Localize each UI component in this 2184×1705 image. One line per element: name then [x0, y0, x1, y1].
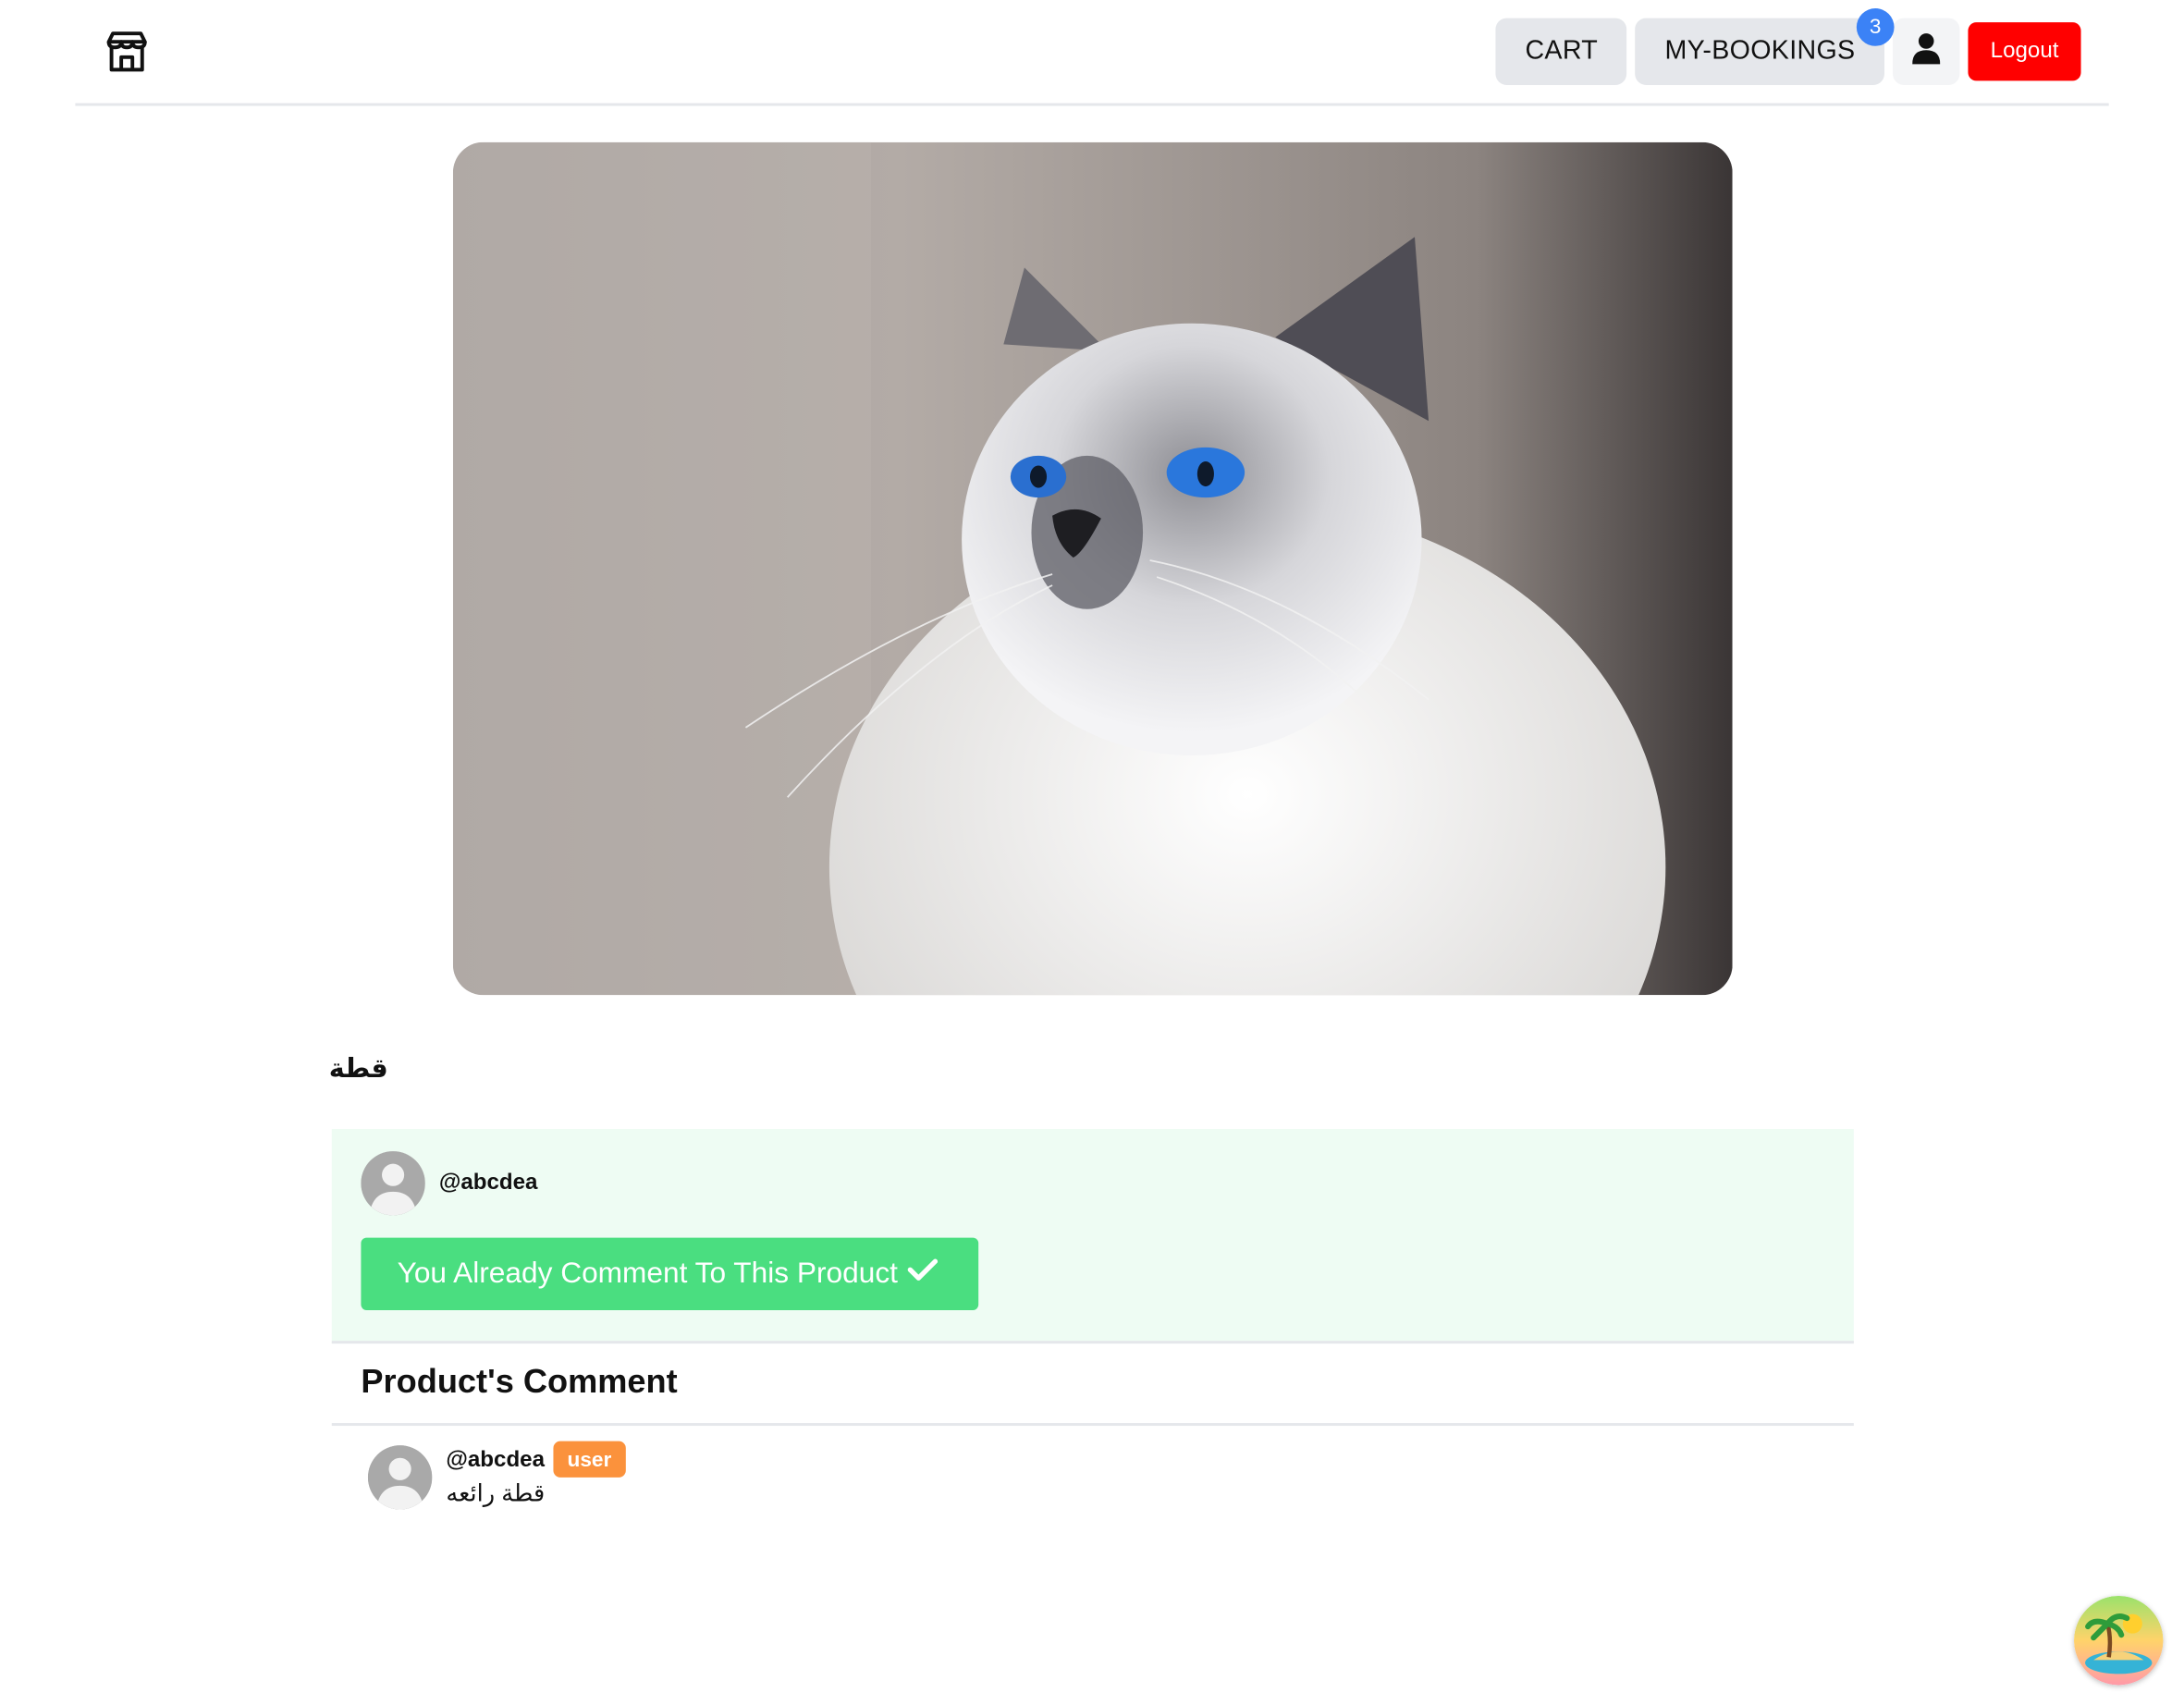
- logout-button[interactable]: Logout: [1968, 22, 2081, 81]
- comment-text: قطة رائعه: [446, 1479, 546, 1507]
- product-title: قطة: [328, 1055, 388, 1085]
- comment-form-panel: @abcdea You Already Comment To This Prod…: [331, 1128, 1854, 1344]
- cart-button[interactable]: CART: [1495, 18, 1627, 85]
- role-badge: user: [553, 1441, 626, 1478]
- nav-actions: CART MY-BOOKINGS 3 Logout: [1495, 8, 2081, 85]
- comments-section-title: Product's Comment: [361, 1363, 678, 1401]
- divider: [331, 1423, 1854, 1427]
- check-icon: [907, 1257, 939, 1291]
- my-bookings-button[interactable]: MY-BOOKINGS 3: [1635, 8, 1895, 85]
- current-username: @abcdea: [438, 1171, 538, 1195]
- already-commented-label: You Already Comment To This Product: [397, 1257, 899, 1290]
- bookings-count-badge: 3: [1856, 8, 1895, 46]
- store-icon[interactable]: [104, 28, 151, 75]
- floating-island-icon[interactable]: [2074, 1595, 2164, 1686]
- profile-button[interactable]: [1893, 18, 1960, 85]
- top-navbar: CART MY-BOOKINGS 3 Logout: [75, 0, 2109, 106]
- user-icon: [1912, 31, 1941, 72]
- comment-username: @abcdea: [446, 1448, 546, 1472]
- avatar: [367, 1445, 433, 1510]
- already-commented-button[interactable]: You Already Comment To This Product: [361, 1237, 979, 1310]
- product-image: [452, 141, 1733, 996]
- my-bookings-label: MY-BOOKINGS: [1664, 36, 1856, 66]
- avatar: [361, 1151, 425, 1216]
- list-item: @abcdea user قطة رائعه: [367, 1441, 1204, 1519]
